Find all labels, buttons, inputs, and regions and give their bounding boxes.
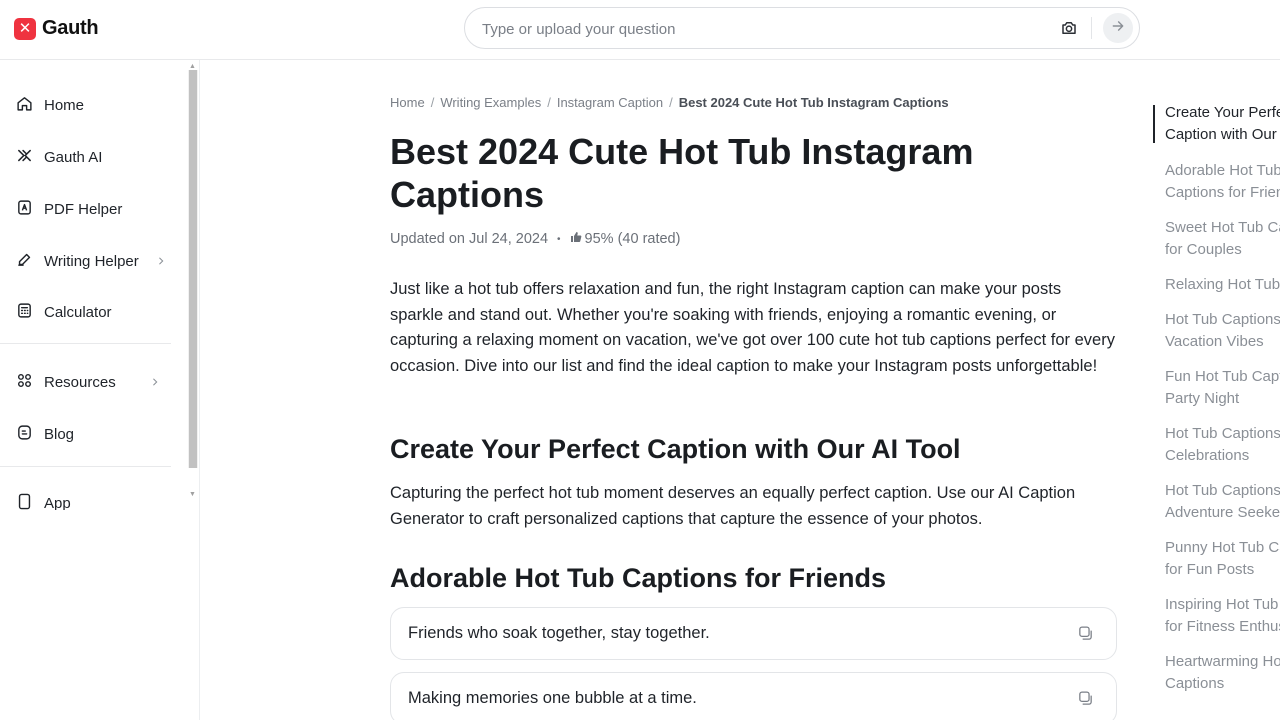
caption-card: Friends who soak together, stay together… [390, 607, 1117, 660]
top-header: ✕ Gauth [0, 0, 1280, 60]
copy-icon[interactable] [1077, 625, 1094, 647]
breadcrumb-separator: / [669, 95, 673, 110]
blog-icon [16, 424, 33, 445]
sidebar-clip: App [0, 480, 170, 510]
section-heading-friends: Adorable Hot Tub Captions for Friends [390, 563, 886, 593]
sidebar-item-home[interactable]: Home [0, 85, 170, 125]
ai-tool-paragraph: Capturing the perfect hot tub moment des… [390, 484, 1076, 528]
logo-text: Gauth [42, 17, 99, 39]
toc-item[interactable]: Punny Hot Tub Captions for Fun Posts [1165, 537, 1280, 581]
sidebar-item-calculator[interactable]: Calculator [0, 292, 170, 332]
sidebar-scrollbar[interactable] [188, 70, 198, 468]
intro-paragraph: Just like a hot tub offers relaxation an… [390, 280, 1115, 375]
meta-bullet: • [557, 233, 561, 245]
toc-item[interactable]: Hot Tub Captions for Celebrations [1165, 423, 1280, 467]
table-of-contents: Create Your Perfect Caption with Our AI … [1153, 60, 1280, 720]
sidebar-divider [0, 343, 171, 344]
section-heading-ai-tool: Create Your Perfect Caption with Our AI … [390, 434, 961, 464]
phone-icon [16, 493, 33, 511]
search-divider [1091, 17, 1092, 39]
breadcrumb-link-instagram-caption[interactable]: Instagram Caption [557, 95, 663, 110]
sidebar-item-label: Resources [44, 373, 116, 391]
sidebar-item-label: Gauth AI [44, 148, 103, 166]
pdf-icon [16, 199, 33, 220]
toc-item[interactable]: Create Your Perfect Caption with Our AI … [1165, 102, 1280, 146]
logo-mark-icon: ✕ [14, 17, 36, 40]
breadcrumb: Home / Writing Examples / Instagram Caption /… [390, 95, 949, 110]
sidebar-item-app[interactable]: App [0, 483, 170, 510]
breadcrumb-current: Best 2024 Cute Hot Tub Instagram Caption… [678, 95, 949, 110]
sidebar-divider [0, 466, 171, 467]
toc-item[interactable]: Hot Tub Captions for Vacation Vibes [1165, 309, 1280, 353]
breadcrumb-separator: / [547, 95, 551, 110]
thumbs-up-icon[interactable] [570, 231, 582, 247]
toc-item[interactable]: Inspiring Hot Tub Captions for Fitness E… [1165, 594, 1280, 638]
caption-card: Making memories one bubble at a time. [390, 672, 1117, 720]
breadcrumb-link-writing-examples[interactable]: Writing Examples [440, 95, 541, 110]
sidebar-item-label: Calculator [44, 303, 112, 321]
pen-icon [16, 251, 33, 272]
toc-item[interactable]: Relaxing Hot Tub Captions [1165, 274, 1280, 296]
scroll-up-arrow-icon[interactable]: ▲ [189, 63, 196, 70]
chevron-right-icon [156, 253, 166, 270]
sidebar-item-label: Home [44, 96, 85, 114]
sidebar-item-label: Writing Helper [44, 252, 139, 270]
page-title: Best 2024 Cute Hot Tub Instagram Caption… [390, 131, 974, 215]
left-sidebar: Home Gauth AI PDF Helper Writing Helper … [0, 60, 200, 720]
scrollbar-thumb[interactable] [189, 70, 197, 468]
submit-question-button[interactable] [1103, 13, 1133, 43]
chevron-right-icon [150, 374, 160, 391]
grid-icon [16, 372, 33, 393]
search-bar [464, 7, 1140, 49]
updated-date: Updated on Jul 24, 2024 [390, 231, 549, 247]
arrow-right-icon [1111, 19, 1125, 38]
gauth-logo[interactable]: ✕ Gauth [14, 17, 99, 40]
toc-item[interactable]: Fun Hot Tub Captions for Party Night [1165, 366, 1280, 410]
home-icon [16, 95, 33, 116]
sidebar-item-gauth-ai[interactable]: Gauth AI [0, 137, 170, 177]
toc-active-indicator [1153, 105, 1155, 143]
search-input[interactable] [482, 18, 1042, 40]
sidebar-item-blog[interactable]: Blog [0, 414, 170, 454]
sidebar-item-label: PDF Helper [44, 200, 123, 218]
breadcrumb-link-home[interactable]: Home [390, 95, 425, 110]
sidebar-item-writing-helper[interactable]: Writing Helper [0, 241, 170, 281]
caption-text: Friends who soak together, stay together… [408, 624, 710, 642]
article-meta: Updated on Jul 24, 2024 • 95% (40 rated) [390, 231, 680, 247]
calculator-icon [16, 302, 33, 323]
toc-item[interactable]: Sweet Hot Tub Captions for Couples [1165, 217, 1280, 261]
toc-item[interactable]: Heartwarming Hot Tub Captions [1165, 651, 1280, 695]
camera-icon[interactable] [1060, 19, 1078, 42]
scroll-down-arrow-icon[interactable]: ▼ [189, 491, 196, 498]
gauth-ai-icon [16, 147, 33, 168]
sidebar-item-resources[interactable]: Resources [0, 362, 170, 402]
rating-text: 95% (40 rated) [584, 231, 681, 247]
toc-item[interactable]: Hot Tub Captions for Adventure Seekers [1165, 480, 1280, 524]
breadcrumb-separator: / [430, 95, 435, 110]
caption-text: Making memories one bubble at a time. [408, 689, 697, 707]
sidebar-item-label: Blog [44, 425, 75, 443]
sidebar-item-pdf-helper[interactable]: PDF Helper [0, 189, 170, 229]
toc-item[interactable]: Adorable Hot Tub Captions for Friends [1165, 160, 1280, 204]
sidebar-item-label: App [44, 494, 71, 511]
copy-icon[interactable] [1077, 690, 1094, 712]
